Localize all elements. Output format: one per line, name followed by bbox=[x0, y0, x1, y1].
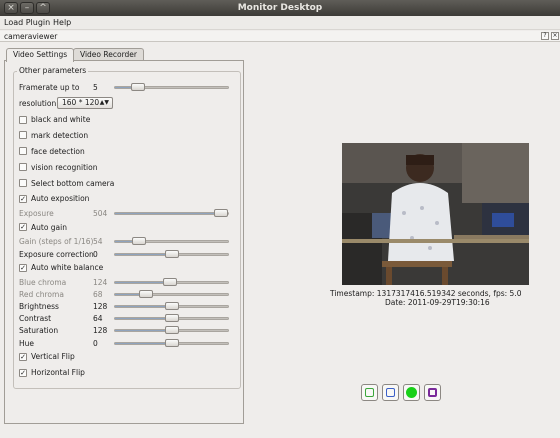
plugin-name: cameraviewer bbox=[4, 32, 58, 41]
record-icon bbox=[406, 387, 417, 398]
pause-icon bbox=[386, 388, 395, 397]
resolution-value: 160 * 120 bbox=[62, 98, 100, 107]
record-button[interactable] bbox=[403, 384, 420, 401]
contrast-value: 64 bbox=[93, 314, 103, 323]
contrast-slider[interactable] bbox=[114, 314, 229, 322]
video-date: Date: 2011-09-29T19:30:16 bbox=[385, 298, 490, 307]
brightness-label: Brightness bbox=[19, 302, 59, 311]
framerate-slider[interactable] bbox=[114, 83, 229, 91]
bottom-camera-checkbox[interactable] bbox=[19, 179, 27, 187]
mark-detection-label: mark detection bbox=[31, 131, 89, 140]
group-title: Other parameters bbox=[17, 66, 89, 75]
horizontal-flip-checkbox[interactable]: ✓ bbox=[19, 369, 27, 377]
red-chroma-value: 68 bbox=[93, 290, 103, 299]
snapshot-button[interactable] bbox=[424, 384, 441, 401]
auto-exposition-checkbox[interactable]: ✓ bbox=[19, 195, 27, 203]
red-chroma-label: Red chroma bbox=[19, 290, 64, 299]
resolution-select[interactable]: 160 * 120 ▲▼ bbox=[57, 97, 113, 109]
red-chroma-slider[interactable] bbox=[114, 290, 229, 298]
camera-scene-image bbox=[342, 143, 529, 285]
blue-chroma-label: Blue chroma bbox=[19, 278, 67, 287]
chevron-down-icon: ▲▼ bbox=[99, 99, 109, 106]
face-detection-checkbox[interactable] bbox=[19, 147, 27, 155]
vertical-flip-checkbox[interactable]: ✓ bbox=[19, 353, 27, 361]
window-title: Monitor Desktop bbox=[237, 3, 323, 13]
blue-chroma-slider[interactable] bbox=[114, 278, 229, 286]
brightness-slider[interactable] bbox=[114, 302, 229, 310]
menu-bar: Load Plugin Help bbox=[0, 16, 560, 30]
hue-slider[interactable] bbox=[114, 339, 229, 347]
saturation-label: Saturation bbox=[19, 326, 59, 335]
auto-white-balance-checkbox[interactable]: ✓ bbox=[19, 264, 27, 272]
contrast-label: Contrast bbox=[19, 314, 52, 323]
exposure-correction-slider[interactable] bbox=[114, 250, 229, 258]
vision-recognition-checkbox[interactable] bbox=[19, 163, 27, 171]
tab-video-settings[interactable]: Video Settings bbox=[6, 48, 75, 62]
black-white-checkbox[interactable] bbox=[19, 116, 27, 124]
title-bar: × – ^ Monitor Desktop bbox=[0, 0, 560, 16]
auto-white-balance-label: Auto white balance bbox=[31, 263, 104, 272]
black-white-label: black and white bbox=[31, 115, 91, 124]
menu-load-plugin[interactable]: Load Plugin bbox=[4, 18, 50, 27]
gain-label: Gain (steps of 1/16) bbox=[19, 237, 94, 246]
face-detection-label: face detection bbox=[31, 147, 85, 156]
video-timestamp: Timestamp: 1317317416.519342 seconds, fp… bbox=[330, 289, 522, 298]
auto-gain-label: Auto gain bbox=[31, 223, 67, 232]
exposure-value: 504 bbox=[93, 209, 108, 218]
pause-button[interactable] bbox=[382, 384, 399, 401]
framerate-value: 5 bbox=[93, 83, 98, 92]
exposure-slider[interactable] bbox=[114, 209, 229, 217]
auto-gain-checkbox[interactable]: ✓ bbox=[19, 223, 27, 231]
play-icon bbox=[365, 388, 374, 397]
blue-chroma-value: 124 bbox=[93, 278, 108, 287]
mark-detection-checkbox[interactable] bbox=[19, 131, 27, 139]
menu-help[interactable]: Help bbox=[53, 18, 71, 27]
resolution-label: resolution bbox=[19, 99, 57, 108]
bottom-camera-label: Select bottom camera bbox=[31, 179, 115, 188]
play-button[interactable] bbox=[361, 384, 378, 401]
hue-label: Hue bbox=[19, 339, 35, 348]
exposure-correction-value: 0 bbox=[93, 250, 98, 259]
auto-exposition-label: Auto exposition bbox=[31, 194, 90, 203]
float-icon[interactable]: ? bbox=[541, 32, 549, 40]
camera-video-frame bbox=[342, 143, 529, 285]
camera-icon bbox=[428, 388, 437, 397]
framerate-label: Framerate up to bbox=[19, 83, 80, 92]
brightness-value: 128 bbox=[93, 302, 108, 311]
gain-value: 54 bbox=[93, 237, 103, 246]
vertical-flip-label: Vertical Flip bbox=[31, 352, 75, 361]
hue-value: 0 bbox=[93, 339, 98, 348]
horizontal-flip-label: Horizontal Flip bbox=[31, 368, 85, 377]
exposure-correction-label: Exposure correction bbox=[19, 250, 94, 259]
close-plugin-icon[interactable]: × bbox=[551, 32, 559, 40]
plugin-bar: cameraviewer ? × bbox=[0, 31, 560, 42]
vision-recognition-label: vision recognition bbox=[31, 163, 98, 172]
saturation-value: 128 bbox=[93, 326, 108, 335]
saturation-slider[interactable] bbox=[114, 326, 229, 334]
gain-slider[interactable] bbox=[114, 237, 229, 245]
exposure-label: Exposure bbox=[19, 209, 54, 218]
